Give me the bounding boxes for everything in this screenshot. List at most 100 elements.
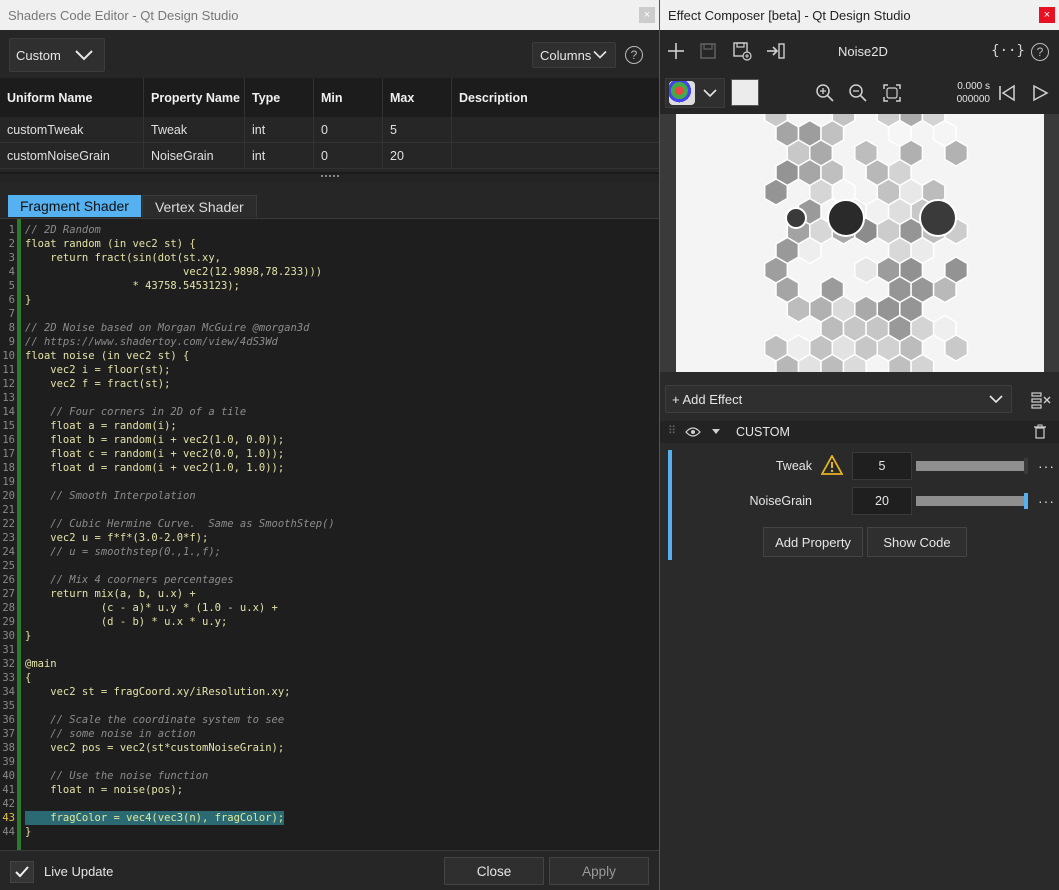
code-line[interactable]: 34 vec2 st = fragCoord.xy/iResolution.xy… [0,685,659,699]
save-as-icon[interactable] [731,40,753,62]
cell-max[interactable]: 20 [383,143,452,168]
code-line[interactable]: 4 vec2(12.9898,78.233))) [0,265,659,279]
zoom-out-icon[interactable] [847,82,869,104]
noisegrain-value-input[interactable]: 20 [852,487,912,515]
code-line[interactable]: 29 (d - b) * u.x * u.y; [0,615,659,629]
close-button[interactable]: Close [444,857,544,885]
code-line[interactable]: 41 float n = noise(pos); [0,783,659,797]
show-code-button[interactable]: Show Code [867,527,967,557]
code-line[interactable]: 5 * 43758.5453123); [0,279,659,293]
header-uniform-name[interactable]: Uniform Name [0,78,144,117]
more-options-icon[interactable]: ··· [1038,493,1055,509]
more-options-icon[interactable]: ··· [1038,458,1055,474]
code-line[interactable]: 24 // u = smoothstep(0.,1.,f); [0,545,659,559]
header-type[interactable]: Type [245,78,314,117]
splitter-handle[interactable] [0,172,659,182]
preview-image-combo[interactable] [665,78,725,108]
play-icon[interactable] [1029,82,1051,104]
code-line[interactable]: 3 return fract(sin(dot(st.xy, [0,251,659,265]
code-line[interactable]: 16 float b = random(i + vec2(1.0, 0.0)); [0,433,659,447]
remove-all-effects-icon[interactable] [1030,389,1052,411]
cell-type[interactable]: int [245,117,314,142]
caret-down-icon[interactable] [711,428,721,435]
code-line[interactable]: 22 // Cubic Hermine Curve. Same as Smoot… [0,517,659,531]
assign-to-selected-icon[interactable] [765,40,787,62]
header-description[interactable]: Description [452,78,659,117]
help-icon[interactable]: ? [625,46,643,64]
cell-property-name[interactable]: NoiseGrain [144,143,245,168]
code-line[interactable]: 19 [0,475,659,489]
code-line[interactable]: 6} [0,293,659,307]
code-line[interactable]: 2 float random (in vec2 st) { [0,237,659,251]
code-line[interactable]: 27 return mix(a, b, u.x) + [0,587,659,601]
code-line[interactable]: 18 float d = random(i + vec2(1.0, 1.0)); [0,461,659,475]
code-line[interactable]: 35 [0,699,659,713]
table-row[interactable]: customTweak Tweak int 0 5 [0,117,659,143]
code-line[interactable]: 23 vec2 u = f*f*(3.0-2.0*f); [0,531,659,545]
cell-type[interactable]: int [245,143,314,168]
code-line[interactable]: 25 [0,559,659,573]
code-line[interactable]: 31 [0,643,659,657]
effect-section-header[interactable]: ⠿ CUSTOM [660,421,1059,443]
code-line[interactable]: 12 vec2 f = fract(st); [0,377,659,391]
code-line[interactable]: 11 vec2 i = floor(st); [0,363,659,377]
tab-fragment-shader[interactable]: Fragment Shader [8,195,141,217]
noisegrain-slider[interactable] [916,493,1028,509]
cell-description[interactable] [452,143,659,168]
code-line[interactable]: 10 float noise (in vec2 st) { [0,349,659,363]
restart-icon[interactable] [996,82,1018,104]
code-line[interactable]: 21 [0,503,659,517]
code-line[interactable]: 13 [0,391,659,405]
columns-combo[interactable]: Columns [532,42,616,68]
new-composition-icon[interactable] [665,40,687,62]
left-close-icon[interactable]: × [639,7,655,23]
cell-uniform-name[interactable]: customNoiseGrain [0,143,144,168]
code-line[interactable]: 43 fragColor = vec4(vec3(n), fragColor); [0,811,659,825]
header-property-name[interactable]: Property Name [144,78,245,117]
table-row[interactable]: customNoiseGrain NoiseGrain int 0 20 [0,143,659,169]
code-braces-icon[interactable]: {··} [991,40,1025,62]
zoom-in-icon[interactable] [814,82,836,104]
cell-description[interactable] [452,117,659,142]
code-line[interactable]: 40 // Use the noise function [0,769,659,783]
code-line[interactable]: 33 { [0,671,659,685]
cell-uniform-name[interactable]: customTweak [0,117,144,142]
slider-handle[interactable] [1024,493,1028,509]
apply-button[interactable]: Apply [549,857,649,885]
header-min[interactable]: Min [314,78,383,117]
trash-icon[interactable] [1033,424,1047,439]
code-line[interactable]: 37 // some noise in action [0,727,659,741]
mode-combo[interactable]: Custom [9,38,105,72]
header-max[interactable]: Max [383,78,452,117]
help-icon[interactable]: ? [1031,43,1049,61]
add-effect-combo[interactable]: + Add Effect [665,385,1012,413]
code-editor[interactable]: 1 // 2D Random 2 float random (in vec2 st) … [0,218,659,850]
effect-preview-area[interactable] [660,114,1059,372]
cell-min[interactable]: 0 [314,117,383,142]
code-line[interactable]: 1 // 2D Random [0,223,659,237]
add-property-button[interactable]: Add Property [763,527,863,557]
code-line[interactable]: 7 [0,307,659,321]
background-color-swatch[interactable] [731,79,759,106]
tweak-slider[interactable] [916,458,1028,474]
code-line[interactable]: 9 // https://www.shadertoy.com/view/4dS3W… [0,335,659,349]
fit-to-view-icon[interactable] [881,82,903,104]
tweak-value-input[interactable]: 5 [852,452,912,480]
code-line[interactable]: 20 // Smooth Interpolation [0,489,659,503]
code-line[interactable]: 14 // Four corners in 2D of a tile [0,405,659,419]
slider-handle[interactable] [1024,458,1028,474]
drag-handle-icon[interactable]: ⠿ [668,424,676,437]
code-line[interactable]: 26 // Mix 4 coorners percentages [0,573,659,587]
code-line[interactable]: 42 [0,797,659,811]
code-line[interactable]: 38 vec2 pos = vec2(st*customNoiseGrain); [0,741,659,755]
code-line[interactable]: 17 float c = random(i + vec2(0.0, 1.0)); [0,447,659,461]
right-close-icon[interactable]: × [1039,7,1055,23]
cell-min[interactable]: 0 [314,143,383,168]
live-update-checkbox[interactable] [10,861,34,883]
code-line[interactable]: 28 (c - a)* u.y * (1.0 - u.x) + [0,601,659,615]
code-line[interactable]: 32 @main [0,657,659,671]
cell-max[interactable]: 5 [383,117,452,142]
code-line[interactable]: 8 // 2D Noise based on Morgan McGuire @mo… [0,321,659,335]
tab-vertex-shader[interactable]: Vertex Shader [141,195,257,217]
code-line[interactable]: 15 float a = random(i); [0,419,659,433]
